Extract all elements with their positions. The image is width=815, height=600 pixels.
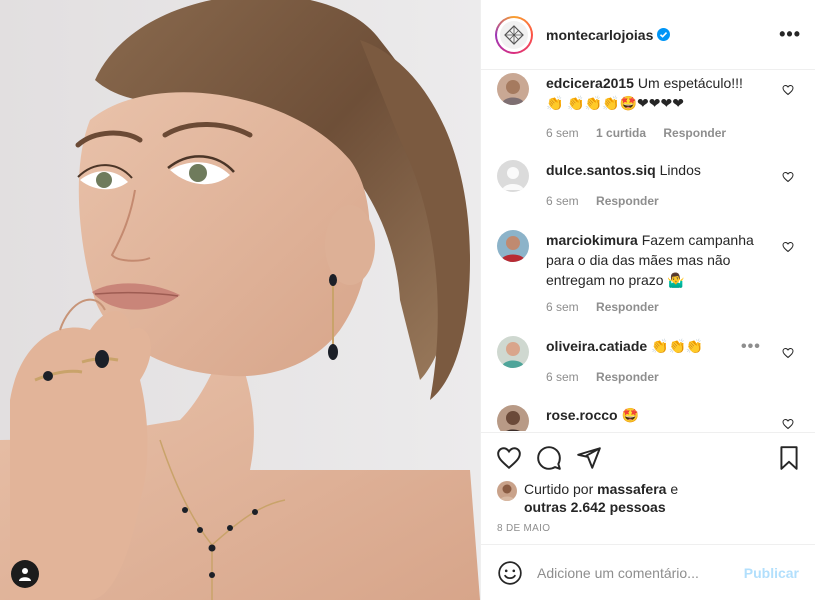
comment-input[interactable] [537,564,736,581]
comment-text: Lindos [659,162,701,178]
like-comment-heart-icon[interactable] [782,418,794,430]
comment-meta: 6 sem Responder [546,300,673,314]
share-send-icon[interactable] [576,445,602,471]
commenter-avatar[interactable] [497,230,529,262]
comment-meta: 6 sem Responder [546,370,673,384]
comment-text: 👏👏👏 [651,338,704,354]
comment-bubble-icon[interactable] [536,445,562,471]
reply-button[interactable]: Responder [663,126,726,140]
comment-username[interactable]: rose.rocco [546,407,618,423]
liker-avatar[interactable] [497,481,517,501]
commenter-avatar[interactable] [497,160,529,192]
add-comment-bar: Publicar [481,544,815,600]
post-image [0,0,480,600]
comment-text-block: marciokimura Fazem campanha para o dia d… [546,230,756,290]
author-avatar[interactable] [495,15,533,54]
comment-likes-count[interactable]: 1 curtida [596,126,646,140]
like-comment-heart-icon[interactable] [782,347,794,359]
comment-meta: 6 sem Responder [546,194,673,208]
person-icon [19,568,31,581]
comment-age: 6 sem [546,194,579,208]
emoji-smiley-icon[interactable] [497,560,523,586]
like-comment-heart-icon[interactable] [782,84,794,96]
comment-text-block: rose.rocco 🤩 [546,405,756,425]
commenter-avatar[interactable] [497,336,529,368]
comment-options-icon[interactable]: ••• [741,338,761,356]
brand-logo-icon [504,24,524,45]
tagged-user-icon[interactable] [11,560,39,588]
comment-text-block: edcicera2015 Um espetáculo!!!👏 👏👏👏🤩❤❤❤❤ [546,73,756,113]
comment-username[interactable]: edcicera2015 [546,75,634,91]
comment-age: 6 sem [546,300,579,314]
liked-by-user[interactable]: massafera [597,481,666,497]
comment-username[interactable]: dulce.santos.siq [546,162,656,178]
commenter-avatar[interactable] [497,73,529,105]
comment-username[interactable]: marciokimura [546,232,638,248]
liked-by-prefix: Curtido por [524,481,594,497]
comment-text-block: oliveira.catiade 👏👏👏 [546,336,756,356]
like-heart-icon[interactable] [496,445,522,471]
reply-button[interactable]: Responder [596,370,659,384]
comment-text: 🤩 [621,407,639,423]
verified-badge-icon [657,28,671,41]
like-comment-heart-icon[interactable] [782,171,794,183]
publish-button[interactable]: Publicar [744,565,799,581]
post-actions: Curtido por massafera e outras 2.642 pes… [481,432,815,544]
comment-text-block: dulce.santos.siq Lindos [546,160,756,180]
comment-meta: 6 sem 1 curtida Responder [546,126,740,140]
comment-age: 6 sem [546,370,579,384]
liked-by-text: Curtido por massafera e outras 2.642 pes… [524,480,724,516]
post-date[interactable]: 8 DE MAIO [497,523,550,534]
post-header: montecarlojoias ••• [481,0,815,70]
reply-button[interactable]: Responder [596,194,659,208]
comment-username[interactable]: oliveira.catiade [546,338,647,354]
comment-age: 6 sem [546,126,579,140]
post-sidebar: montecarlojoias ••• edcicera2015 Um espe… [480,0,815,600]
more-options-icon[interactable]: ••• [779,24,801,45]
liked-by-others[interactable]: outras 2.642 pessoas [524,499,666,515]
author-username[interactable]: montecarlojoias [546,27,653,43]
commenter-avatar[interactable] [497,405,529,431]
liked-by-connector: e [670,481,679,497]
like-comment-heart-icon[interactable] [782,241,794,253]
save-bookmark-icon[interactable] [776,445,802,471]
reply-button[interactable]: Responder [596,300,659,314]
comments-list[interactable]: edcicera2015 Um espetáculo!!!👏 👏👏👏🤩❤❤❤❤ … [481,71,815,431]
portrait-photo [0,0,480,600]
